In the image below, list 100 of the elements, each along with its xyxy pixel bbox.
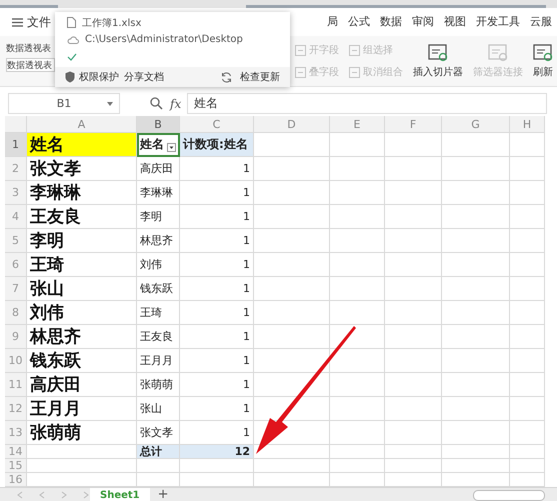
name-box[interactable]: B1: [8, 93, 120, 114]
empty-cell: [442, 229, 510, 253]
empty-cell: [385, 421, 442, 445]
toolbar-button[interactable]: 刷新: [531, 39, 555, 83]
select-all-corner[interactable]: [5, 116, 27, 133]
row-header[interactable]: 16: [5, 473, 27, 487]
ribbon-tab[interactable]: 审阅: [407, 9, 439, 35]
column-header[interactable]: E: [330, 116, 385, 133]
function-button[interactable]: fx: [170, 96, 182, 110]
row-header[interactable]: 15: [5, 459, 27, 473]
column-header[interactable]: D: [254, 116, 330, 133]
empty-cell: [442, 133, 510, 157]
empty-cell: [330, 397, 385, 421]
ribbon-tab[interactable]: 视图: [439, 9, 471, 35]
table-cell: 1: [180, 397, 254, 421]
empty-cell: [510, 421, 545, 445]
column-header[interactable]: G: [442, 116, 510, 133]
empty-cell: [510, 373, 545, 397]
empty-cell: [385, 229, 442, 253]
table-cell: 李明: [27, 229, 137, 253]
column-header[interactable]: H: [510, 116, 545, 133]
row-header[interactable]: 8: [5, 301, 27, 325]
table-cell: 王琦: [27, 253, 137, 277]
ribbon-tab[interactable]: 开发工具: [471, 9, 525, 35]
empty-cell: [330, 445, 385, 459]
table-cell: 1: [180, 301, 254, 325]
column-header[interactable]: B: [137, 116, 180, 133]
empty-cell: [510, 325, 545, 349]
table-cell: 1: [180, 205, 254, 229]
empty-cell: [385, 205, 442, 229]
menu-icon: [12, 18, 23, 26]
popup-action[interactable]: 权限保护: [65, 70, 119, 84]
search-icon[interactable]: [150, 97, 164, 110]
table-cell: 1: [180, 349, 254, 373]
toolbar-icon: [428, 44, 448, 62]
table-cell: 高庆田: [137, 157, 180, 181]
row-header[interactable]: 12: [5, 397, 27, 421]
toolbar-button[interactable]: 插入切片器: [411, 39, 465, 83]
dropdown-icon[interactable]: [167, 143, 176, 152]
table-cell: 张山: [27, 277, 137, 301]
sheet-nav-icon[interactable]: [16, 491, 24, 499]
empty-cell: [385, 445, 442, 459]
sheet-tab[interactable]: Sheet1: [90, 488, 150, 501]
empty-cell: [442, 205, 510, 229]
ribbon-tab[interactable]: 局: [322, 9, 343, 35]
empty-cell: [442, 459, 510, 473]
file-menu[interactable]: 文件: [12, 14, 51, 30]
scrollbar[interactable]: [473, 490, 545, 500]
row-header[interactable]: 13: [5, 421, 27, 445]
table-cell: 张山: [137, 397, 180, 421]
ribbon-tab[interactable]: 数据: [375, 9, 407, 35]
row-header[interactable]: 3: [5, 181, 27, 205]
add-sheet-button[interactable]: +: [154, 489, 173, 501]
popup-action[interactable]: 分享文档: [124, 70, 164, 84]
sheet-nav-icon[interactable]: [60, 491, 68, 499]
row-header[interactable]: 14: [5, 445, 27, 459]
ribbon-tab[interactable]: 公式: [343, 9, 375, 35]
ribbon-tab[interactable]: 云服: [525, 9, 557, 35]
empty-cell: [330, 133, 385, 157]
empty-cell: [385, 133, 442, 157]
row-header[interactable]: 7: [5, 277, 27, 301]
empty-cell: [510, 133, 545, 157]
caret-icon: [107, 102, 113, 106]
row-header[interactable]: 5: [5, 229, 27, 253]
row-header[interactable]: 10: [5, 349, 27, 373]
empty-cell: [385, 373, 442, 397]
sheet-nav-icon[interactable]: [38, 491, 46, 499]
empty-cell: [442, 373, 510, 397]
empty-cell: [385, 157, 442, 181]
empty-cell: [510, 459, 545, 473]
field-label: 数据透视表: [6, 42, 51, 55]
column-header[interactable]: C: [180, 116, 254, 133]
refresh-icon: [221, 72, 232, 82]
popup-action[interactable]: 检查更新: [221, 70, 280, 84]
table-cell: 钱东跃: [27, 349, 137, 373]
toolbar-icon: [533, 44, 553, 62]
sheet-nav-icon[interactable]: [82, 491, 90, 499]
table-cell: 李琳琳: [27, 181, 137, 205]
formula-field[interactable]: 姓名: [187, 93, 547, 114]
row-header[interactable]: 4: [5, 205, 27, 229]
row-header[interactable]: 9: [5, 325, 27, 349]
empty-cell: [330, 459, 385, 473]
column-header[interactable]: A: [27, 116, 137, 133]
row-header[interactable]: 11: [5, 373, 27, 397]
table-cell: 姓名: [27, 133, 137, 157]
pivot-field-cell[interactable]: 姓名: [137, 133, 180, 157]
empty-cell: [510, 253, 545, 277]
column-header[interactable]: F: [385, 116, 442, 133]
row-header[interactable]: 2: [5, 157, 27, 181]
table-cell: 高庆田: [27, 373, 137, 397]
table-cell: 王月月: [27, 397, 137, 421]
empty-cell: [385, 253, 442, 277]
row-header[interactable]: 1: [5, 133, 27, 157]
empty-cell: [330, 229, 385, 253]
pivot-name-field[interactable]: 数据透视表: [6, 58, 55, 72]
empty-cell: [137, 459, 180, 473]
table-cell: 1: [180, 277, 254, 301]
row-header[interactable]: 6: [5, 253, 27, 277]
file-name: 工作簿1.xlsx: [82, 16, 142, 30]
table-cell: 钱东跃: [137, 277, 180, 301]
